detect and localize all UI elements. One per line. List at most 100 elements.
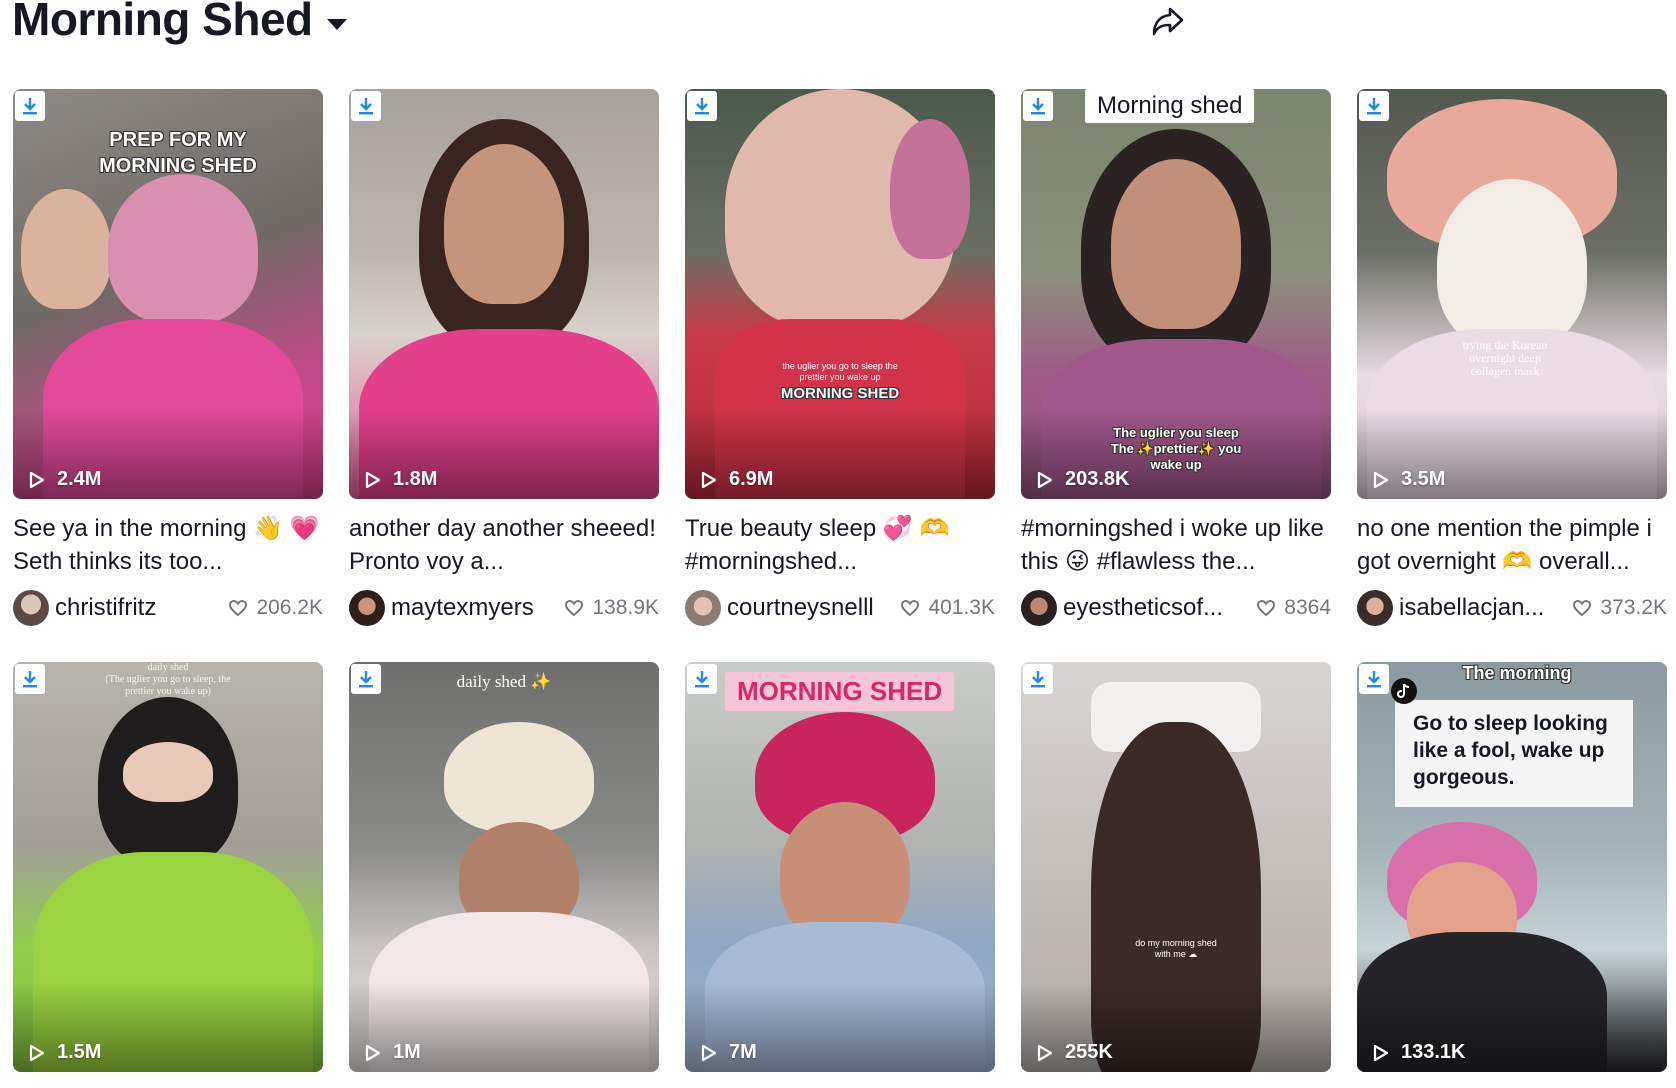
play-icon bbox=[701, 1044, 717, 1061]
view-count: 2.4M bbox=[29, 468, 101, 491]
view-count: 255K bbox=[1037, 1041, 1113, 1064]
video-caption[interactable]: #morningshed i woke up like this 😜 #flaw… bbox=[1021, 512, 1331, 578]
video-card[interactable]: Morning shed The uglier you sleep The ✨p… bbox=[1021, 89, 1331, 662]
download-button[interactable] bbox=[1023, 664, 1053, 694]
play-icon bbox=[365, 471, 381, 488]
music-note-icon bbox=[1397, 683, 1410, 698]
overlay-text: The ✨prettier✨ you bbox=[1110, 441, 1242, 456]
video-card[interactable]: do my morning shed with me ☁ 255K bbox=[1021, 662, 1331, 1072]
download-icon bbox=[695, 671, 709, 688]
video-grid: PREP FOR MY MORNING SHED 2.4M See ya in … bbox=[13, 89, 1667, 1072]
avatar[interactable] bbox=[349, 590, 385, 626]
view-count: 203.8K bbox=[1037, 468, 1130, 491]
username-link[interactable]: eyestheticsof... bbox=[1063, 594, 1250, 622]
download-button[interactable] bbox=[1359, 664, 1389, 694]
view-count: 133.1K bbox=[1373, 1041, 1466, 1064]
video-thumbnail[interactable]: trying the Korean overnight deep collage… bbox=[1357, 89, 1667, 499]
header: Morning Shed bbox=[12, 0, 347, 45]
like-count: 206.2K bbox=[228, 596, 323, 620]
download-button[interactable] bbox=[687, 664, 717, 694]
overlay-text: (The uglier you go to sleep, the bbox=[105, 674, 231, 685]
share-button[interactable] bbox=[1148, 2, 1188, 42]
download-button[interactable] bbox=[15, 664, 45, 694]
avatar[interactable] bbox=[13, 590, 49, 626]
video-caption[interactable]: another day another sheeed! Pronto voy a… bbox=[349, 512, 659, 578]
video-thumbnail[interactable]: daily shed (The uglier you go to sleep, … bbox=[13, 662, 323, 1072]
video-thumbnail[interactable]: daily shed ✨ 1M bbox=[349, 662, 659, 1072]
video-meta: isabellacjan... 373.2K bbox=[1357, 588, 1667, 628]
like-count: 8364 bbox=[1256, 596, 1331, 620]
download-button[interactable] bbox=[351, 664, 381, 694]
video-thumbnail[interactable]: the uglier you go to sleep the prettier … bbox=[685, 89, 995, 499]
avatar[interactable] bbox=[685, 590, 721, 626]
video-thumbnail[interactable]: 1.8M bbox=[349, 89, 659, 499]
overlay-text: prettier you wake up) bbox=[125, 686, 211, 697]
video-card[interactable]: The morning Go to sleep looking like a f… bbox=[1357, 662, 1667, 1072]
username-link[interactable]: christifritz bbox=[55, 594, 222, 622]
like-count: 138.9K bbox=[564, 596, 659, 620]
overlay-text: MORNING SHED bbox=[780, 385, 900, 402]
download-icon bbox=[1031, 671, 1045, 688]
avatar[interactable] bbox=[1021, 590, 1057, 626]
like-count: 373.2K bbox=[1572, 596, 1667, 620]
overlay-text: with me ☁ bbox=[1154, 949, 1198, 959]
video-caption[interactable]: True beauty sleep 💞 🫶 #morningshed... bbox=[685, 512, 995, 578]
download-button[interactable] bbox=[687, 91, 717, 121]
username-link[interactable]: maytexmyers bbox=[391, 594, 558, 622]
username-link[interactable]: courtneysnelll bbox=[727, 594, 894, 622]
download-icon bbox=[1031, 98, 1045, 115]
video-card[interactable]: daily shed (The uglier you go to sleep, … bbox=[13, 662, 323, 1072]
download-icon bbox=[695, 98, 709, 115]
overlay-text: daily shed ✨ bbox=[456, 672, 552, 691]
video-thumbnail[interactable]: do my morning shed with me ☁ 255K bbox=[1021, 662, 1331, 1072]
download-button[interactable] bbox=[1359, 91, 1389, 121]
overlay-text: the uglier you go to sleep the bbox=[782, 361, 898, 371]
video-card[interactable]: daily shed ✨ 1M bbox=[349, 662, 659, 1072]
view-count: 1.5M bbox=[29, 1041, 101, 1064]
username-link[interactable]: isabellacjan... bbox=[1399, 594, 1566, 622]
heart-icon bbox=[1257, 599, 1276, 617]
download-icon bbox=[359, 671, 373, 688]
overlay-title: Morning shed bbox=[1085, 89, 1255, 123]
video-card[interactable]: PREP FOR MY MORNING SHED 2.4M See ya in … bbox=[13, 89, 323, 662]
download-icon bbox=[1367, 98, 1381, 115]
play-icon bbox=[1373, 1044, 1389, 1061]
video-meta: christifritz 206.2K bbox=[13, 588, 323, 628]
video-caption[interactable]: no one mention the pimple i got overnigh… bbox=[1357, 512, 1667, 578]
video-thumbnail[interactable]: PREP FOR MY MORNING SHED 2.4M bbox=[13, 89, 323, 499]
video-thumbnail[interactable]: The morning Go to sleep looking like a f… bbox=[1357, 662, 1667, 1072]
video-card[interactable]: trying the Korean overnight deep collage… bbox=[1357, 89, 1667, 662]
view-count: 7M bbox=[701, 1041, 757, 1064]
page-title: Morning Shed bbox=[12, 0, 313, 45]
play-icon bbox=[701, 471, 717, 488]
download-button[interactable] bbox=[1023, 91, 1053, 121]
play-icon bbox=[1373, 471, 1389, 488]
video-card[interactable]: the uglier you go to sleep the prettier … bbox=[685, 89, 995, 662]
share-arrow-icon bbox=[1152, 7, 1184, 36]
video-caption[interactable]: See ya in the morning 👋 💗 Seth thinks it… bbox=[13, 512, 323, 578]
overlay-text: like a fool, wake up bbox=[1413, 739, 1605, 762]
heart-icon bbox=[565, 599, 584, 617]
play-icon bbox=[29, 1044, 45, 1061]
video-thumbnail[interactable]: MORNING SHED 7M bbox=[685, 662, 995, 1072]
overlay-title: MORNING SHED bbox=[725, 672, 955, 711]
avatar[interactable] bbox=[1357, 590, 1393, 626]
view-count: 1.8M bbox=[365, 468, 437, 491]
play-icon bbox=[29, 471, 45, 488]
download-icon bbox=[359, 98, 373, 115]
title-dropdown-caret-icon[interactable] bbox=[326, 18, 347, 30]
video-meta: eyestheticsof... 8364 bbox=[1021, 588, 1331, 628]
view-count: 1M bbox=[365, 1041, 421, 1064]
overlay-text: prettier you wake up bbox=[799, 372, 881, 382]
download-button[interactable] bbox=[15, 91, 45, 121]
video-card[interactable]: 1.8M another day another sheeed! Pronto … bbox=[349, 89, 659, 662]
video-card[interactable]: MORNING SHED 7M bbox=[685, 662, 995, 1072]
download-icon bbox=[23, 98, 37, 115]
overlay-text: do my morning shed bbox=[1135, 938, 1217, 948]
download-icon bbox=[1367, 671, 1381, 688]
video-thumbnail[interactable]: Morning shed The uglier you sleep The ✨p… bbox=[1021, 89, 1331, 499]
download-button[interactable] bbox=[351, 91, 381, 121]
video-meta: maytexmyers 138.9K bbox=[349, 588, 659, 628]
overlay-text: collagen mask bbox=[1470, 364, 1540, 378]
heart-icon bbox=[901, 599, 920, 617]
